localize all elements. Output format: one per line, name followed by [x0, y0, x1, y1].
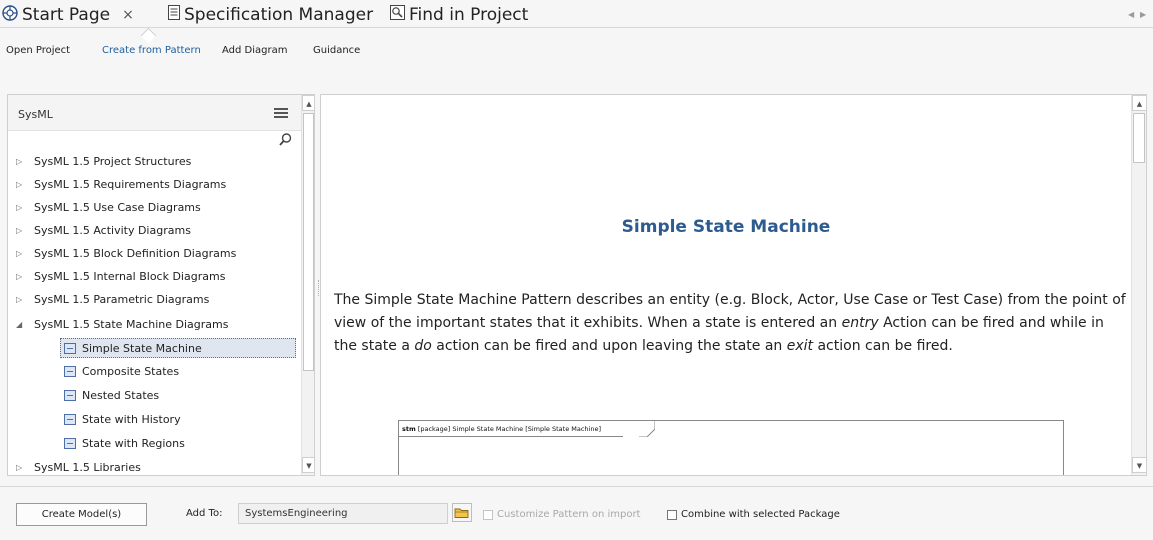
checkbox-label: Customize Pattern on import: [497, 509, 641, 520]
scroll-down-icon[interactable]: ▼: [1132, 457, 1146, 473]
tab-specification-manager[interactable]: Specification Manager: [168, 3, 373, 27]
technology-name: SysML: [18, 108, 53, 121]
tree-item-simple-state-machine[interactable]: Simple State Machine: [60, 338, 296, 358]
tree-item-label: SysML 1.5 Requirements Diagrams: [34, 177, 227, 191]
start-page-toolbar: Open Project Create from Pattern Add Dia…: [0, 28, 1153, 68]
tree-scrollbar[interactable]: ▲ ▼: [301, 95, 314, 475]
spec-doc-icon: [168, 5, 180, 25]
tree-item-label: SysML 1.5 Activity Diagrams: [34, 223, 191, 237]
expand-arrow-icon[interactable]: ▷: [16, 272, 30, 281]
open-project-link[interactable]: Open Project: [6, 45, 70, 56]
diagram-frame-notch: [639, 421, 655, 437]
scrollbar-thumb[interactable]: [1133, 113, 1145, 163]
tab-find-in-project[interactable]: Find in Project: [390, 3, 528, 27]
expand-arrow-icon[interactable]: ▷: [16, 203, 30, 212]
tree-group-block-definition-diagrams[interactable]: ▷ SysML 1.5 Block Definition Diagrams: [16, 243, 236, 263]
tree-group-project-structures[interactable]: ▷ SysML 1.5 Project Structures: [16, 151, 191, 171]
combine-with-package-checkbox[interactable]: Combine with selected Package: [667, 509, 840, 520]
pattern-tree-panel: SysML ▷ SysML 1.5 Project Structures ▷ S…: [7, 94, 315, 476]
checkbox-label: Combine with selected Package: [681, 509, 840, 520]
tree-item-label: Composite States: [82, 364, 180, 378]
tree-item-label: Nested States: [82, 388, 160, 402]
tree-item-label: State with Regions: [82, 436, 185, 450]
expand-arrow-icon[interactable]: ▷: [16, 295, 30, 304]
tree-item-label: State with History: [82, 412, 181, 426]
tree-item-label: SysML 1.5 Libraries: [34, 460, 141, 474]
pattern-preview-panel: Simple State Machine The Simple State Ma…: [320, 94, 1147, 476]
create-from-pattern-link[interactable]: Create from Pattern: [102, 45, 201, 56]
expand-arrow-icon[interactable]: ▷: [16, 463, 30, 472]
tree-item-nested-states[interactable]: Nested States: [64, 385, 159, 405]
tree-item-label: SysML 1.5 Use Case Diagrams: [34, 200, 201, 214]
expand-arrow-icon[interactable]: ▷: [16, 226, 30, 235]
pattern-icon: [64, 365, 76, 377]
tree-header: SysML: [8, 95, 301, 131]
pattern-title: Simple State Machine: [621, 217, 831, 237]
tree-item-label: SysML 1.5 Project Structures: [34, 154, 192, 168]
collapse-arrow-icon[interactable]: ◢: [16, 320, 30, 329]
tree-item-label: SysML 1.5 Internal Block Diagrams: [34, 269, 226, 283]
scroll-up-icon[interactable]: ▲: [302, 95, 314, 111]
pattern-description: The Simple State Machine Pattern describ…: [334, 292, 1126, 354]
guidance-link[interactable]: Guidance: [313, 45, 360, 56]
expand-arrow-icon[interactable]: ▷: [16, 249, 30, 258]
tree-group-activity-diagrams[interactable]: ▷ SysML 1.5 Activity Diagrams: [16, 220, 191, 240]
pattern-icon: [64, 413, 76, 425]
tree-group-requirements-diagrams[interactable]: ▷ SysML 1.5 Requirements Diagrams: [16, 174, 226, 194]
pattern-icon: [64, 437, 76, 449]
add-to-label: Add To:: [186, 508, 223, 519]
pattern-icon: [64, 342, 76, 354]
scroll-tabs-left-icon[interactable]: ◀: [1128, 10, 1134, 19]
tree-item-state-with-history[interactable]: State with History: [64, 409, 181, 429]
tab-label: Specification Manager: [184, 5, 374, 25]
expand-arrow-icon[interactable]: ▷: [16, 180, 30, 189]
start-page-icon: [2, 4, 18, 26]
tree-group-parametric-diagrams[interactable]: ▷ SysML 1.5 Parametric Diagrams: [16, 289, 209, 309]
tab-label: Start Page: [22, 5, 111, 25]
hamburger-menu-icon[interactable]: [274, 108, 288, 118]
scrollbar-thumb[interactable]: [303, 113, 314, 371]
close-tab-icon[interactable]: ×: [122, 7, 134, 23]
tree-group-internal-block-diagrams[interactable]: ▷ SysML 1.5 Internal Block Diagrams: [16, 266, 225, 286]
checkbox-box[interactable]: [483, 509, 493, 520]
pattern-icon: [64, 389, 76, 401]
tree-group-libraries[interactable]: ▷ SysML 1.5 Libraries: [16, 457, 141, 475]
tree-item-label: Simple State Machine: [82, 341, 202, 355]
document-tab-bar: Start Page × Specification Manager Find …: [0, 0, 1153, 28]
tree-item-label: SysML 1.5 Parametric Diagrams: [34, 292, 210, 306]
tree-group-state-machine-diagrams[interactable]: ◢ SysML 1.5 State Machine Diagrams: [16, 314, 228, 334]
customize-pattern-checkbox[interactable]: Customize Pattern on import: [483, 509, 640, 520]
scroll-up-icon[interactable]: ▲: [1132, 95, 1146, 111]
scroll-tabs-right-icon[interactable]: ▶: [1140, 10, 1146, 19]
tree-item-state-with-regions[interactable]: State with Regions: [64, 433, 185, 453]
create-models-button[interactable]: Create Model(s): [16, 503, 147, 526]
add-to-package-field[interactable]: SystemsEngineering: [238, 503, 448, 524]
tab-label: Find in Project: [409, 5, 529, 25]
browse-folder-icon[interactable]: [452, 503, 472, 522]
scroll-down-icon[interactable]: ▼: [302, 457, 314, 473]
search-icon[interactable]: [279, 133, 292, 150]
find-icon: [390, 5, 405, 25]
diagram-preview-frame: stm [package] Simple State Machine [Simp…: [398, 420, 1064, 475]
checkbox-box[interactable]: [667, 509, 677, 520]
tree-group-use-case-diagrams[interactable]: ▷ SysML 1.5 Use Case Diagrams: [16, 197, 201, 217]
add-diagram-link[interactable]: Add Diagram: [222, 45, 287, 56]
tree-item-label: SysML 1.5 Block Definition Diagrams: [34, 246, 237, 260]
tree-item-composite-states[interactable]: Composite States: [64, 361, 179, 381]
expand-arrow-icon[interactable]: ▷: [16, 157, 30, 166]
preview-scrollbar[interactable]: ▲ ▼: [1131, 95, 1146, 475]
diagram-frame-label: stm [package] Simple State Machine [Simp…: [399, 421, 624, 437]
tab-start-page[interactable]: Start Page ×: [2, 3, 134, 27]
tree-item-label: SysML 1.5 State Machine Diagrams: [34, 317, 229, 331]
